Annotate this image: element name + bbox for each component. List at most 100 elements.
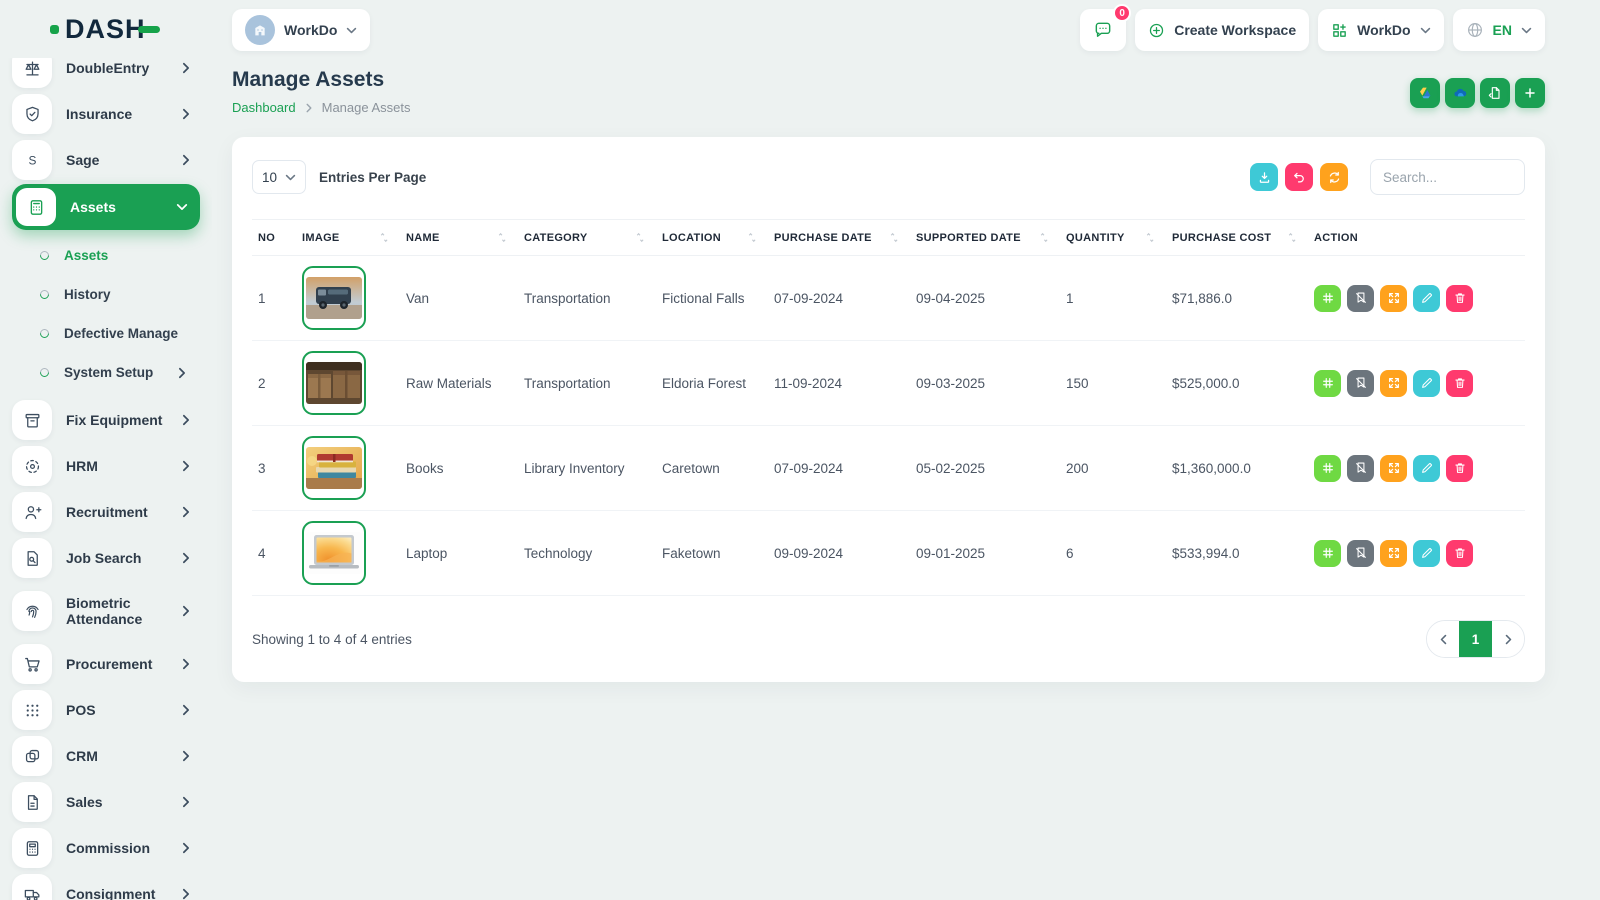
cell-quantity: 150 [1060,341,1166,426]
sidebar-item-pos[interactable]: POS [12,688,200,732]
edit-button[interactable] [1413,455,1440,482]
cell-quantity: 200 [1060,426,1166,511]
showing-entries-text: Showing 1 to 4 of 4 entries [252,632,412,647]
sidebar-item-fix-equipment[interactable]: Fix Equipment [12,398,200,442]
workspace-menu-button[interactable]: WorkDo [1318,9,1443,51]
cell-location: Caretown [656,426,768,511]
asset-image-boxes [302,351,366,415]
chevron-right-icon [180,154,192,166]
expand-button[interactable] [1380,370,1407,397]
export-file-icon [1487,85,1503,101]
column-header-image[interactable]: IMAGE [296,220,400,256]
chevron-right-icon [180,704,192,716]
sidebar-item-doubleentry[interactable]: DoubleEntry [12,58,200,90]
bookmark-off-button[interactable] [1347,455,1374,482]
delete-button[interactable] [1446,455,1473,482]
page-header-actions [1410,78,1545,108]
add-asset-button[interactable] [1515,78,1545,108]
bookmark-off-button[interactable] [1347,285,1374,312]
sidebar-item-recruitment[interactable]: Recruitment [12,490,200,534]
app-logo[interactable]: DASH [0,0,212,58]
chevron-right-icon [180,108,192,120]
bookmark-off-button[interactable] [1347,540,1374,567]
sidebar-item-consignment[interactable]: Consignment [12,872,200,900]
sidebar-item-commission[interactable]: Commission [12,826,200,870]
circle-bullet-icon [38,288,51,301]
qr-code-button[interactable] [1314,455,1341,482]
qr-code-button[interactable] [1314,285,1341,312]
undo-button[interactable] [1285,163,1313,191]
previous-page-button[interactable] [1427,621,1459,657]
workspace-avatar [245,15,275,45]
expand-button[interactable] [1380,540,1407,567]
cell-supported-date: 05-02-2025 [910,426,1060,511]
download-icon [1257,170,1272,185]
onedrive-button[interactable] [1445,78,1475,108]
messages-button[interactable]: 0 [1080,9,1126,51]
column-header-quantity[interactable]: QUANTITY [1060,220,1166,256]
sidebar-item-insurance[interactable]: Insurance [12,92,200,136]
cell-purchase-cost: $1,360,000.0 [1166,426,1308,511]
sidebar-subitem-defective-manage[interactable]: Defective Manage [40,314,200,353]
breadcrumb-current: Manage Assets [322,100,411,115]
sidebar-subitem-history[interactable]: History [40,275,200,314]
chevron-down-icon [176,201,188,213]
topbar-actions: 0 Create Workspace WorkDo [1080,9,1545,51]
bookmark-off-button[interactable] [1347,370,1374,397]
sidebar-item-crm[interactable]: CRM [12,734,200,778]
sidebar-item-job-search[interactable]: Job Search [12,536,200,580]
create-workspace-button[interactable]: Create Workspace [1135,9,1309,51]
column-header-supported-date[interactable]: SUPPORTED DATE [910,220,1060,256]
table-row: 4 Laptop Technology Faketown 09-09-2024 … [252,511,1525,596]
workspace-selector[interactable]: WorkDo [232,9,370,51]
sidebar-item-biometric-attendance[interactable]: Biometric Attendance [12,582,200,640]
delete-button[interactable] [1446,540,1473,567]
edit-button[interactable] [1413,285,1440,312]
sidebar-item-assets[interactable]: Assets [12,184,200,230]
sidebar-item-sales[interactable]: Sales [12,780,200,824]
sidebar-subitem-assets[interactable]: Assets [40,236,200,275]
export-file-button[interactable] [1480,78,1510,108]
overlap-squares-icon [12,736,52,776]
sidebar-subitem-system-setup[interactable]: System Setup [40,353,200,392]
workspace-menu-label: WorkDo [1357,22,1410,38]
column-header-location[interactable]: LOCATION [656,220,768,256]
sort-icon [1145,231,1154,244]
table-row: 1 Van Transportation Fictional Falls 07-… [252,256,1525,341]
entries-per-page-label: Entries Per Page [319,170,426,185]
column-header-purchase-cost[interactable]: PURCHASE COST [1166,220,1308,256]
edit-button[interactable] [1413,370,1440,397]
expand-button[interactable] [1380,455,1407,482]
sidebar-item-procurement[interactable]: Procurement [12,642,200,686]
row-actions [1314,540,1519,567]
language-selector[interactable]: EN [1453,9,1545,51]
column-header-no: NO [252,220,296,256]
messages-badge: 0 [1113,4,1131,22]
circle-bullet-icon [38,327,51,340]
google-drive-button[interactable] [1410,78,1440,108]
fingerprint-icon [12,591,52,631]
search-input[interactable] [1370,159,1525,195]
column-header-category[interactable]: CATEGORY [518,220,656,256]
refresh-button[interactable] [1320,163,1348,191]
sidebar-item-label: Assets [70,199,116,215]
edit-button[interactable] [1413,540,1440,567]
column-header-name[interactable]: NAME [400,220,518,256]
delete-button[interactable] [1446,370,1473,397]
qr-code-button[interactable] [1314,370,1341,397]
expand-button[interactable] [1380,285,1407,312]
breadcrumb-dashboard-link[interactable]: Dashboard [232,100,296,115]
page-1-button[interactable]: 1 [1459,621,1492,657]
entries-per-page-select[interactable]: 10 [252,160,306,194]
letter-s-icon: S [12,140,52,180]
download-button[interactable] [1250,163,1278,191]
assets-card: 10 Entries Per Page [232,137,1545,682]
next-page-button[interactable] [1492,621,1524,657]
column-header-purchase-date[interactable]: PURCHASE DATE [768,220,910,256]
qr-code-button[interactable] [1314,540,1341,567]
sidebar-item-hrm[interactable]: HRM [12,444,200,488]
delete-button[interactable] [1446,285,1473,312]
sidebar-item-sage[interactable]: S Sage [12,138,200,182]
table-row: 2 Raw Materials Transportation Eldoria F… [252,341,1525,426]
user-plus-icon [12,492,52,532]
